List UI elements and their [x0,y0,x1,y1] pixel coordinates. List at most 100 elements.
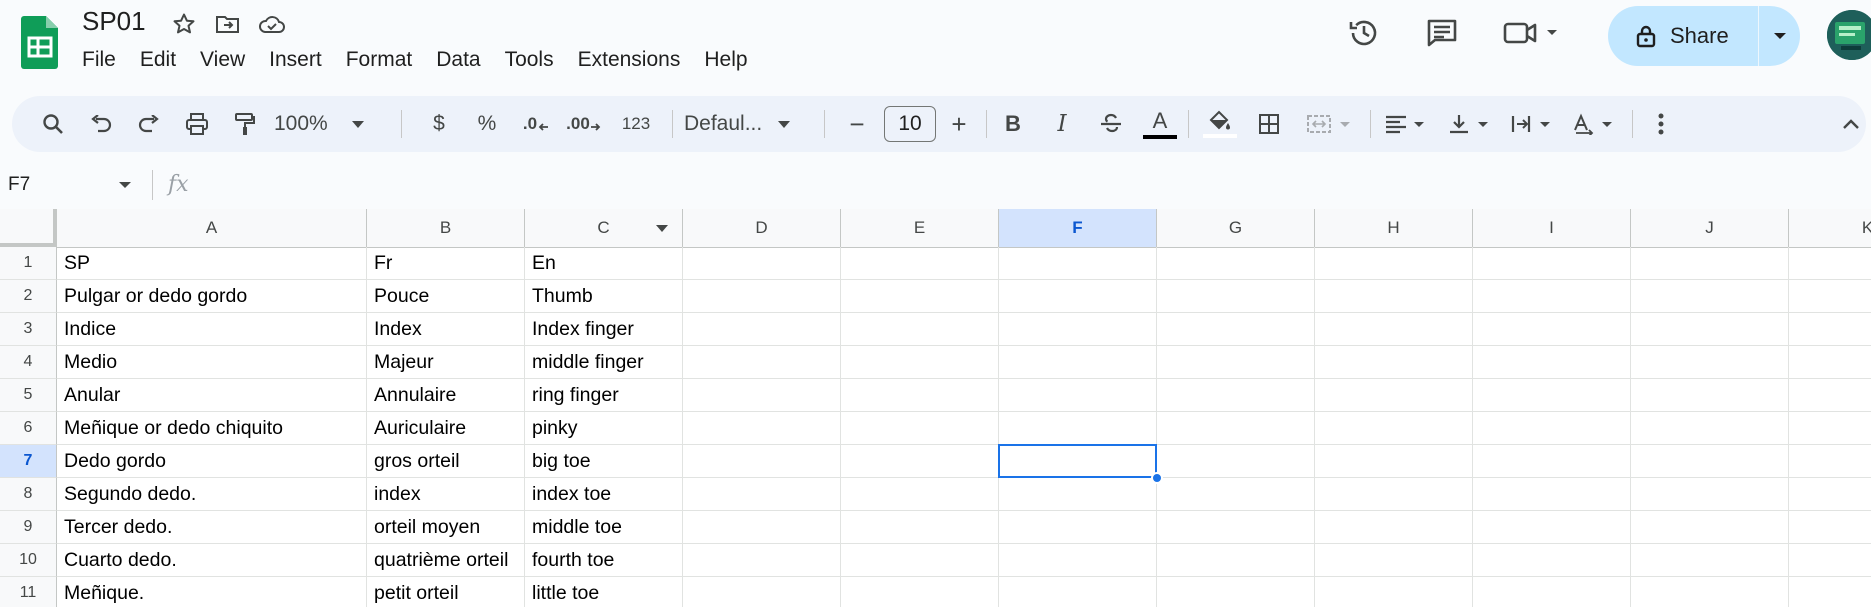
horizontal-align-icon[interactable] [1380,96,1436,152]
cell-f11[interactable] [999,577,1157,607]
cell-j8[interactable] [1631,478,1789,511]
cell-d5[interactable] [683,379,841,412]
cell-c2[interactable]: Thumb [525,280,683,313]
increase-decimal-button[interactable]: .00 [562,96,606,152]
cell-f7[interactable] [999,445,1157,478]
paint-format-icon[interactable] [228,96,262,152]
row-header-3[interactable]: 3 [0,313,57,346]
cell-a5[interactable]: Anular [57,379,367,412]
cell-a9[interactable]: Tercer dedo. [57,511,367,544]
cell-e5[interactable] [841,379,999,412]
menu-data[interactable]: Data [424,44,492,76]
menu-help[interactable]: Help [692,44,759,76]
cell-c5[interactable]: ring finger [525,379,683,412]
fill-color-icon[interactable] [1200,96,1240,152]
cell-j9[interactable] [1631,511,1789,544]
cell-k2[interactable] [1789,280,1871,313]
cell-c6[interactable]: pinky [525,412,683,445]
star-icon[interactable] [170,10,198,38]
row-header-7[interactable]: 7 [0,445,57,478]
cell-e4[interactable] [841,346,999,379]
cell-b7[interactable]: gros orteil [367,445,525,478]
cell-j1[interactable] [1631,247,1789,280]
collapse-toolbar-icon[interactable] [1834,96,1868,152]
cell-a6[interactable]: Meñique or dedo chiquito [57,412,367,445]
cell-b6[interactable]: Auriculaire [367,412,525,445]
cell-e9[interactable] [841,511,999,544]
cell-e6[interactable] [841,412,999,445]
formula-input[interactable] [210,170,1810,200]
cell-k1[interactable] [1789,247,1871,280]
cell-g9[interactable] [1157,511,1315,544]
cell-c1[interactable]: En [525,247,683,280]
cell-f3[interactable] [999,313,1157,346]
name-box-dropdown-icon[interactable] [118,181,132,189]
redo-icon[interactable] [132,96,166,152]
row-header-2[interactable]: 2 [0,280,57,313]
cell-d10[interactable] [683,544,841,577]
cell-c8[interactable]: index toe [525,478,683,511]
cell-f8[interactable] [999,478,1157,511]
cell-h10[interactable] [1315,544,1473,577]
cell-b9[interactable]: orteil moyen [367,511,525,544]
cell-i4[interactable] [1473,346,1631,379]
cell-k8[interactable] [1789,478,1871,511]
column-header-e[interactable]: E [841,209,999,247]
menu-file[interactable]: File [70,44,128,76]
search-menus-icon[interactable] [36,96,70,152]
strikethrough-icon[interactable] [1094,96,1128,152]
cell-g1[interactable] [1157,247,1315,280]
document-title[interactable]: SP01 [82,6,146,37]
column-header-f[interactable]: F [999,209,1157,247]
cell-g5[interactable] [1157,379,1315,412]
zoom-select[interactable]: 100% [274,96,374,152]
cell-i1[interactable] [1473,247,1631,280]
move-folder-icon[interactable] [214,10,242,38]
cell-k11[interactable] [1789,577,1871,607]
cell-e11[interactable] [841,577,999,607]
decrease-font-size-button[interactable]: − [840,96,874,152]
cell-g3[interactable] [1157,313,1315,346]
cell-e1[interactable] [841,247,999,280]
menu-extensions[interactable]: Extensions [566,44,693,76]
cell-b4[interactable]: Majeur [367,346,525,379]
cell-b1[interactable]: Fr [367,247,525,280]
row-header-4[interactable]: 4 [0,346,57,379]
cell-d3[interactable] [683,313,841,346]
text-color-button[interactable]: A [1140,96,1180,152]
undo-icon[interactable] [84,96,118,152]
cell-i6[interactable] [1473,412,1631,445]
cell-b2[interactable]: Pouce [367,280,525,313]
spreadsheet-grid[interactable]: ABCDEFGHIJK 1 SP Fr En 2 Pulgar or dedo gordo… [0,209,1871,607]
cell-h1[interactable] [1315,247,1473,280]
cell-a7[interactable]: Dedo gordo [57,445,367,478]
cell-e3[interactable] [841,313,999,346]
cell-i8[interactable] [1473,478,1631,511]
cell-j7[interactable] [1631,445,1789,478]
cell-f9[interactable] [999,511,1157,544]
cell-i9[interactable] [1473,511,1631,544]
avatar[interactable] [1827,10,1871,60]
cell-h8[interactable] [1315,478,1473,511]
italic-button[interactable]: I [1045,96,1079,152]
share-button[interactable]: Share [1608,6,1800,66]
cell-a10[interactable]: Cuarto dedo. [57,544,367,577]
cell-f6[interactable] [999,412,1157,445]
column-header-a[interactable]: A [57,209,367,247]
cell-b5[interactable]: Annulaire [367,379,525,412]
cell-e7[interactable] [841,445,999,478]
cell-k5[interactable] [1789,379,1871,412]
cell-j5[interactable] [1631,379,1789,412]
cell-c11[interactable]: little toe [525,577,683,607]
meet-video-icon[interactable] [1501,14,1561,52]
menu-format[interactable]: Format [334,44,425,76]
cell-a1[interactable]: SP [57,247,367,280]
cell-h9[interactable] [1315,511,1473,544]
cell-j11[interactable] [1631,577,1789,607]
cell-h3[interactable] [1315,313,1473,346]
version-history-icon[interactable] [1345,14,1383,52]
cell-k9[interactable] [1789,511,1871,544]
cell-h11[interactable] [1315,577,1473,607]
text-rotation-icon[interactable] [1568,96,1624,152]
cell-f1[interactable] [999,247,1157,280]
